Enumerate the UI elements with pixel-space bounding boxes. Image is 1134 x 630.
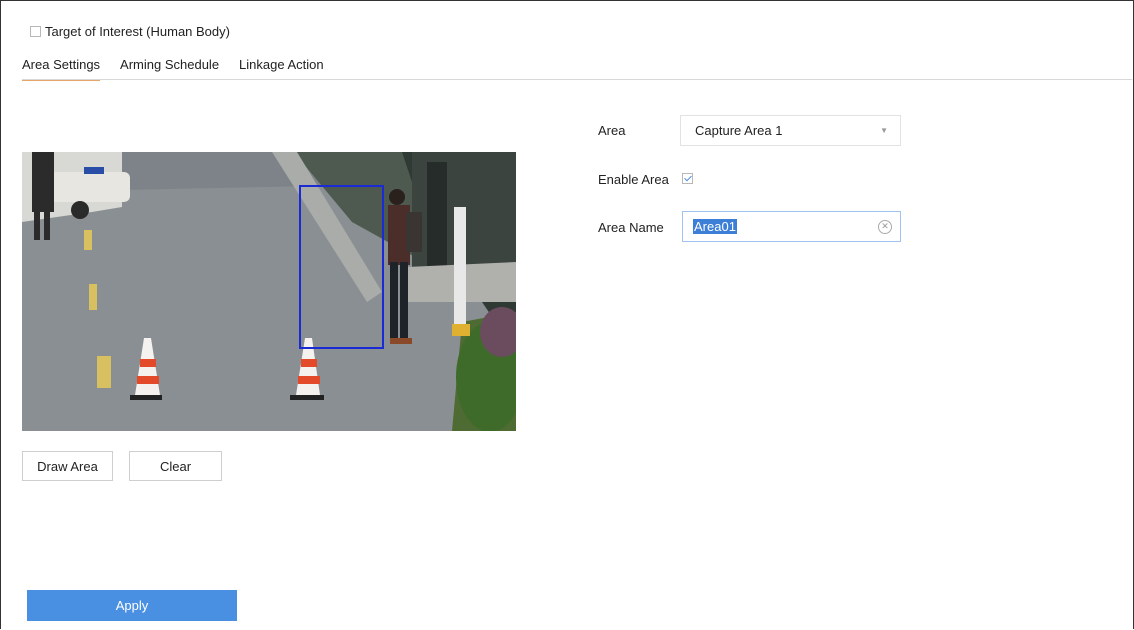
tab-bar: Area Settings Arming Schedule Linkage Ac…	[22, 57, 344, 81]
close-circle-icon[interactable]: ✕	[878, 219, 892, 234]
area-select[interactable]: Capture Area 1 ▼	[680, 115, 901, 146]
enable-area-label: Enable Area	[598, 172, 669, 187]
target-checkbox[interactable]	[30, 26, 41, 37]
area-select-value: Capture Area 1	[695, 123, 783, 138]
target-label: Target of Interest (Human Body)	[45, 24, 230, 39]
clear-button[interactable]: Clear	[129, 451, 222, 481]
enable-area-checkbox[interactable]	[682, 173, 693, 184]
camera-scene	[22, 152, 516, 431]
area-name-label: Area Name	[598, 220, 664, 235]
draw-area-button[interactable]: Draw Area	[22, 451, 113, 481]
area-name-input[interactable]: Area01 ✕	[682, 211, 901, 242]
tab-area-settings[interactable]: Area Settings	[22, 57, 101, 81]
chevron-down-icon: ▼	[880, 126, 888, 135]
camera-preview[interactable]	[22, 152, 516, 431]
area-label: Area	[598, 123, 626, 138]
tab-linkage-action[interactable]: Linkage Action	[239, 57, 324, 81]
tab-arming-schedule[interactable]: Arming Schedule	[120, 57, 219, 81]
apply-button[interactable]: Apply	[27, 590, 237, 621]
area-name-value: Area01	[693, 219, 737, 234]
tab-divider	[22, 79, 1132, 80]
target-of-interest-option[interactable]: Target of Interest (Human Body)	[30, 24, 230, 39]
detection-area-box[interactable]	[299, 185, 384, 349]
